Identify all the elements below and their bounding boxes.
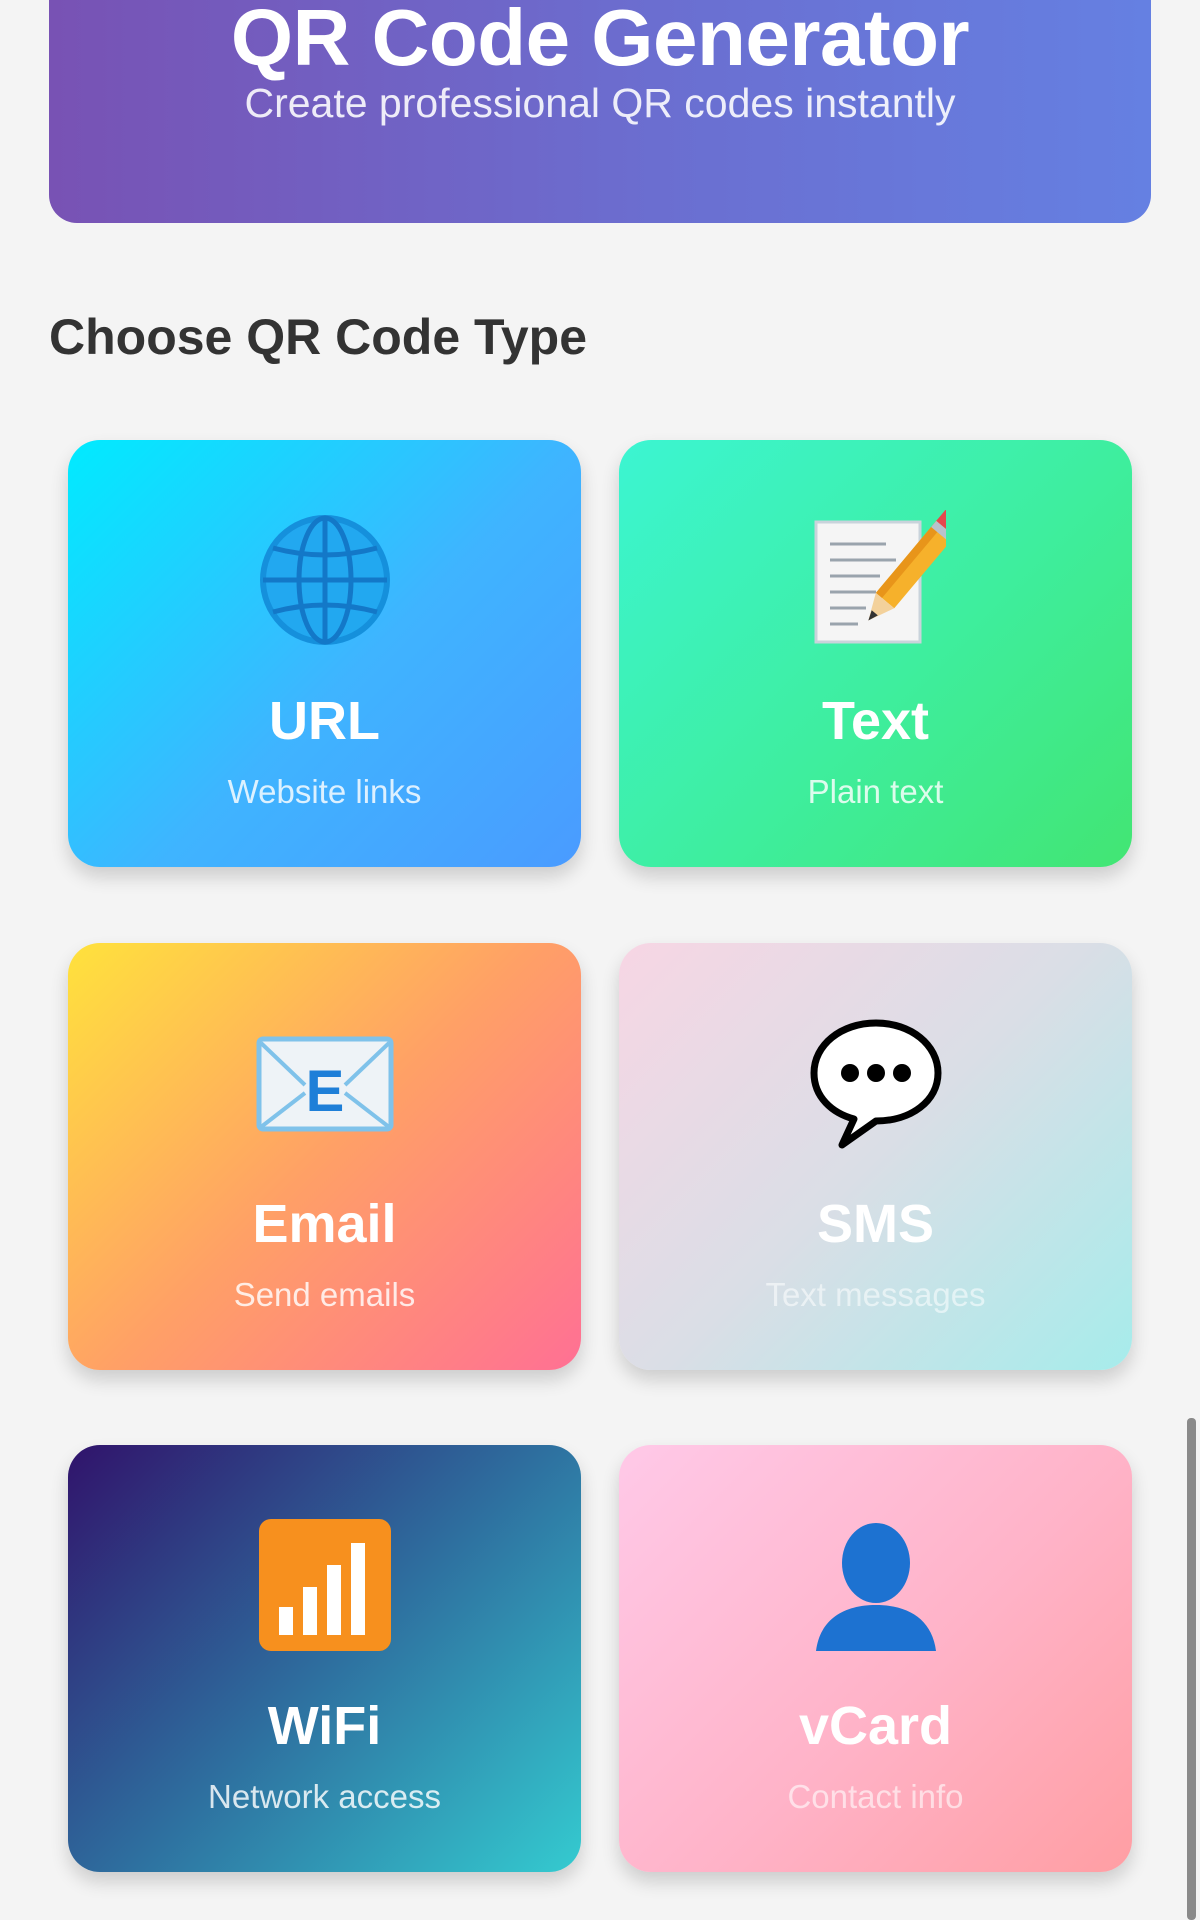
memo-pencil-icon — [806, 510, 946, 650]
email-envelope-icon: E — [255, 1013, 395, 1153]
person-silhouette-icon — [806, 1515, 946, 1655]
qr-type-card-sms[interactable]: SMS Text messages — [619, 943, 1132, 1370]
globe-icon — [255, 510, 395, 650]
card-label: Email — [252, 1194, 397, 1254]
card-description: Network access — [208, 1778, 441, 1815]
svg-text:E: E — [305, 1059, 344, 1124]
qr-type-card-email[interactable]: E Email Send emails — [68, 943, 581, 1370]
card-label: SMS — [816, 1194, 935, 1254]
card-description: Send emails — [233, 1276, 416, 1313]
section-title: Choose QR Code Type — [49, 309, 588, 365]
speech-bubble-icon — [806, 1013, 946, 1153]
scrollbar[interactable] — [1187, 1418, 1196, 1920]
qr-type-card-text[interactable]: Text Plain text — [619, 440, 1132, 867]
qr-type-card-url[interactable]: URL Website links — [68, 440, 581, 867]
app-screen: QR Code Generator Create professional QR… — [0, 0, 1200, 1920]
card-label: Text — [821, 691, 930, 751]
card-description: Website links — [227, 773, 422, 810]
card-description: Text messages — [765, 1276, 986, 1313]
card-description: Contact info — [787, 1778, 964, 1815]
app-title: QR Code Generator — [230, 0, 970, 82]
signal-bars-icon — [255, 1515, 395, 1655]
card-description: Plain text — [807, 773, 944, 810]
card-label: URL — [269, 691, 380, 751]
card-label: WiFi — [267, 1696, 382, 1756]
app-subtitle: Create professional QR codes instantly — [244, 80, 956, 126]
app-header: QR Code Generator Create professional QR… — [49, 0, 1151, 223]
qr-type-card-wifi[interactable]: WiFi Network access — [68, 1445, 581, 1872]
qr-type-card-vcard[interactable]: vCard Contact info — [619, 1445, 1132, 1872]
card-label: vCard — [798, 1696, 953, 1756]
